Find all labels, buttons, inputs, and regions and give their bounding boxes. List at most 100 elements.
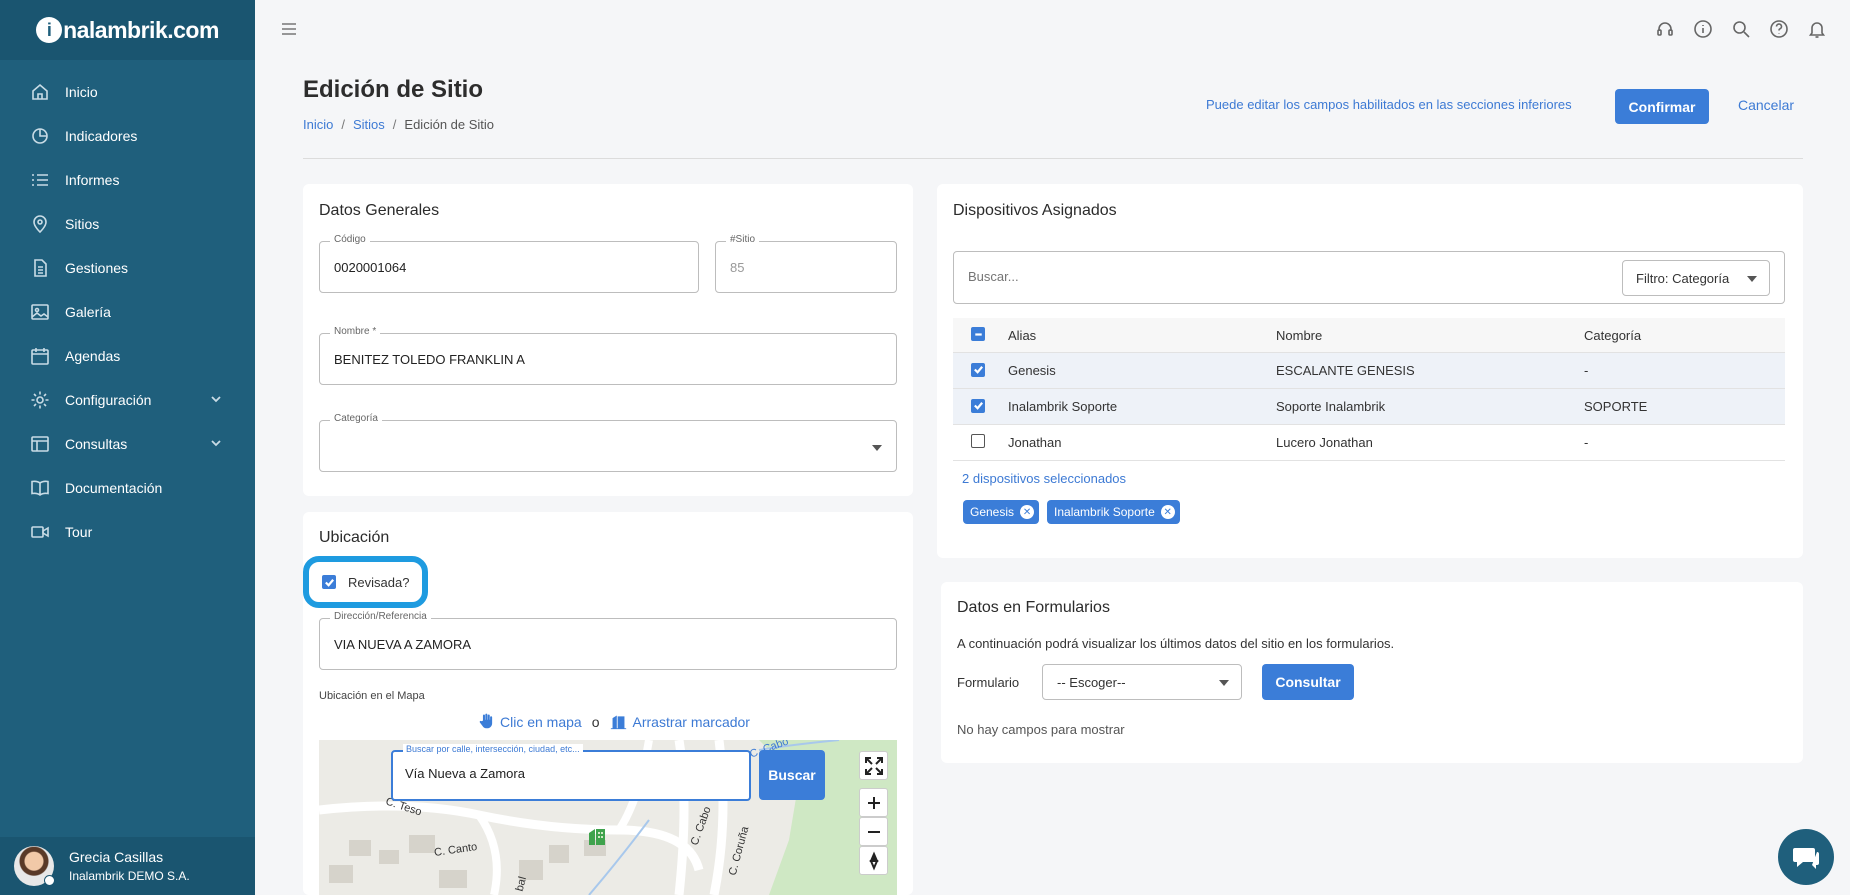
sidebar-item-sitios[interactable]: Sitios: [0, 202, 255, 246]
close-icon[interactable]: ✕: [1160, 505, 1175, 519]
user-org: Inalambrik DEMO S.A.: [69, 869, 190, 883]
table-row[interactable]: Genesis ESCALANTE GENESIS -: [953, 353, 1785, 389]
zoom-out-icon[interactable]: [859, 817, 888, 846]
home-icon: [30, 82, 50, 102]
table-row[interactable]: Jonathan Lucero Jonathan -: [953, 425, 1785, 461]
sidebar-item-informes[interactable]: Informes: [0, 158, 255, 202]
codigo-value: 0020001064: [334, 260, 407, 275]
compass-icon[interactable]: [859, 846, 888, 875]
category-filter-select[interactable]: Filtro: Categoría: [1622, 260, 1770, 296]
sidebar-item-label: Informes: [65, 172, 120, 188]
map-view[interactable]: C. Teso C. Canto C. Cabo C. Coruña bal C…: [319, 740, 897, 895]
topbar-actions: [1654, 18, 1828, 40]
menu-icon[interactable]: [280, 20, 298, 38]
categoria-label: Categoría: [330, 413, 382, 424]
image-icon: [30, 302, 50, 322]
nombre-field[interactable]: Nombre * BENITEZ TOLEDO FRANKLIN A: [319, 326, 897, 385]
cell-categoria: -: [1584, 435, 1589, 450]
chevron-down-icon: [1747, 276, 1757, 282]
column-nombre[interactable]: Nombre: [1276, 328, 1584, 343]
help-icon[interactable]: [1768, 18, 1790, 40]
chip-genesis: Genesis ✕: [963, 500, 1040, 524]
row-checkbox[interactable]: [971, 434, 985, 448]
sidebar-item-indicadores[interactable]: Indicadores: [0, 114, 255, 158]
cancel-button[interactable]: Cancelar: [1738, 97, 1794, 113]
user-profile[interactable]: Grecia Casillas Inalambrik DEMO S.A.: [0, 837, 255, 895]
revisada-checkbox[interactable]: Revisada?: [303, 556, 428, 608]
cell-categoria: -: [1584, 363, 1589, 378]
direccion-label: Dirección/Referencia: [330, 611, 431, 622]
search-icon[interactable]: [1730, 18, 1752, 40]
brand-logo[interactable]: i nalambrik.com: [0, 0, 255, 60]
cell-alias: Inalambrik Soporte: [1008, 399, 1118, 414]
sidebar-item-tour[interactable]: Tour: [0, 510, 255, 554]
sidebar-item-inicio[interactable]: Inicio: [0, 70, 255, 114]
sidebar-item-consultas[interactable]: Consultas: [0, 422, 255, 466]
bell-icon[interactable]: [1806, 18, 1828, 40]
revisada-label: Revisada?: [348, 574, 410, 590]
breadcrumb-inicio[interactable]: Inicio: [303, 117, 333, 132]
or-text: o: [591, 713, 600, 730]
info-icon[interactable]: [1692, 18, 1714, 40]
forms-description: A continuación podrá visualizar los últi…: [957, 636, 1395, 651]
user-name: Grecia Casillas: [69, 849, 164, 865]
sidebar-item-label: Agendas: [65, 348, 121, 364]
sidebar-item-label: Galería: [65, 304, 111, 320]
edit-hint: Puede editar los campos habilitados en l…: [1206, 97, 1572, 112]
breadcrumb-sitios[interactable]: Sitios: [353, 117, 385, 132]
row-checkbox[interactable]: [971, 398, 985, 413]
categoria-select[interactable]: Categoría: [319, 413, 897, 472]
row-checkbox[interactable]: [971, 362, 985, 377]
column-alias[interactable]: Alias: [1008, 328, 1276, 343]
sidebar-item-gestiones[interactable]: Gestiones: [0, 246, 255, 290]
devices-table: Alias Nombre Categoría Genesis ESCALANTE…: [953, 318, 1785, 461]
avatar: [14, 846, 55, 886]
devices-search-input[interactable]: [968, 269, 1568, 284]
map-search-label: Buscar por calle, intersección, ciudad, …: [403, 744, 583, 754]
list-icon: [30, 170, 50, 190]
table-row[interactable]: Inalambrik Soporte Soporte Inalambrik SO…: [953, 389, 1785, 425]
form-select[interactable]: -- Escoger--: [1042, 664, 1242, 700]
sitio-number-label: #Sitio: [726, 234, 760, 245]
sidebar-item-agendas[interactable]: Agendas: [0, 334, 255, 378]
chip-inalambrik-soporte: Inalambrik Soporte ✕: [1047, 500, 1180, 524]
map-section-label: Ubicación en el Mapa: [319, 690, 425, 702]
header-divider: [303, 158, 1803, 159]
sitio-number-field: #Sitio 85: [715, 234, 897, 293]
fullscreen-icon[interactable]: [859, 751, 888, 780]
codigo-field[interactable]: Código 0020001064: [319, 234, 699, 293]
selected-count[interactable]: 2 dispositivos seleccionados: [962, 471, 1126, 486]
support-headset-icon[interactable]: [1654, 18, 1676, 40]
confirm-button[interactable]: Confirmar: [1615, 89, 1709, 124]
chat-icon[interactable]: [1778, 829, 1834, 885]
site-marker-icon[interactable]: [587, 825, 607, 847]
table-header: Alias Nombre Categoría: [953, 318, 1785, 353]
forms-title: Datos en Formularios: [957, 599, 1110, 616]
calendar-icon: [30, 346, 50, 366]
direccion-field[interactable]: Dirección/Referencia VIA NUEVA A ZAMORA: [319, 611, 897, 670]
map-search-input[interactable]: [405, 766, 735, 781]
chip-label: Genesis: [970, 505, 1015, 519]
consult-button[interactable]: Consultar: [1262, 664, 1354, 700]
book-icon: [30, 478, 50, 498]
column-categoria[interactable]: Categoría: [1584, 328, 1641, 343]
form-label: Formulario: [957, 675, 1020, 690]
click-map-option[interactable]: Clic en mapa: [500, 714, 582, 730]
select-all-checkbox[interactable]: [971, 327, 985, 342]
sidebar: i nalambrik.com Inicio Indicadores Infor…: [0, 0, 255, 895]
sidebar-item-configuracion[interactable]: Configuración: [0, 378, 255, 422]
close-icon[interactable]: ✕: [1020, 505, 1035, 519]
map-search-button[interactable]: Buscar: [759, 750, 825, 800]
sidebar-item-documentacion[interactable]: Documentación: [0, 466, 255, 510]
cell-nombre: Soporte Inalambrik: [1276, 399, 1386, 414]
sidebar-item-label: Inicio: [65, 84, 98, 100]
sidebar-item-label: Documentación: [65, 480, 163, 496]
location-title: Ubicación: [319, 529, 390, 546]
empty-message: No hay campos para mostrar: [957, 722, 1125, 737]
sidebar-item-galeria[interactable]: Galería: [0, 290, 255, 334]
drag-marker-option[interactable]: Arrastrar marcador: [633, 714, 750, 730]
devices-title: Dispositivos Asignados: [953, 202, 1117, 219]
zoom-in-icon[interactable]: [859, 788, 888, 817]
map-search-field[interactable]: Buscar por calle, intersección, ciudad, …: [391, 744, 751, 801]
sidebar-nav: Inicio Indicadores Informes Sitios Gesti…: [0, 70, 255, 554]
